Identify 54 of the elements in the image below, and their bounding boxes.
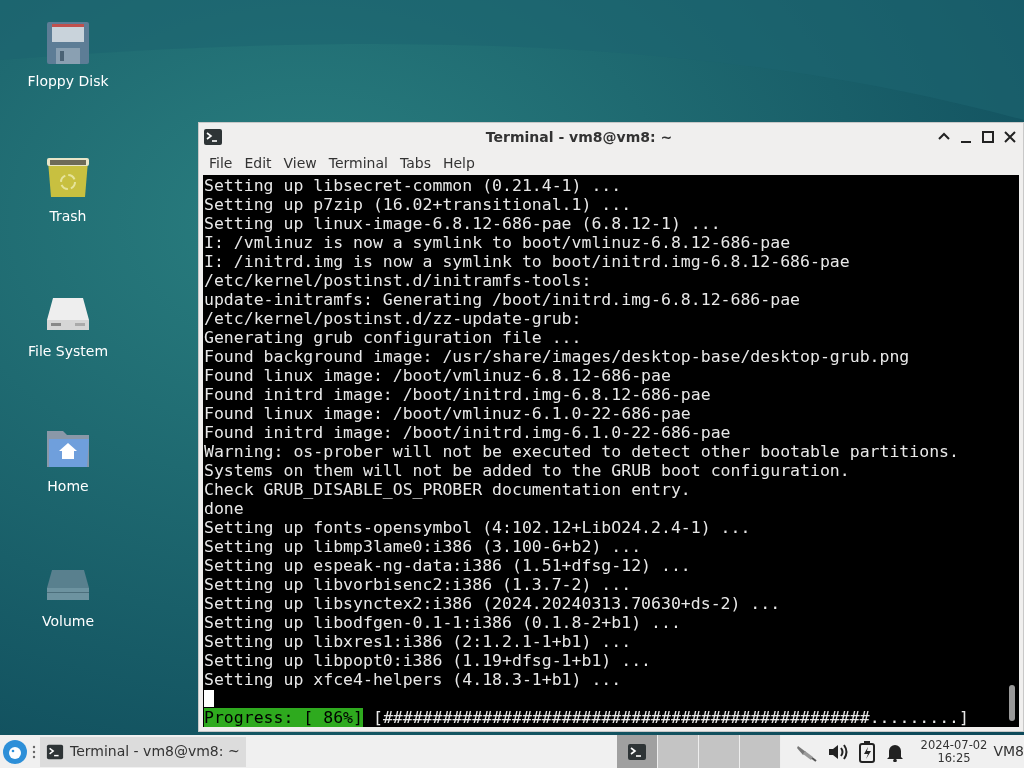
- terminal-line: Setting up libodfgen-0.1-1:i386 (0.1.8-2+b1) ...: [204, 613, 682, 632]
- terminal-line: Setting up libsynctex2:i386 (2024.20240313.70630+ds-2) ...: [204, 594, 782, 613]
- battery-charging-icon[interactable]: [858, 740, 875, 763]
- terminal-line: Found background image: /usr/share/images/desktop-base/desktop-grub.png: [204, 347, 911, 366]
- terminal-icon: [46, 742, 64, 761]
- terminal-line: Setting up libmp3lame0:i386 (3.100-6+b2) ...: [204, 537, 643, 556]
- terminal-line: Setting up libvorbisenc2:i386 (1.3.7-2) ...: [204, 575, 633, 594]
- terminal-line: Setting up libxres1:i386 (2:1.2.1-1+b1) ...: [204, 632, 633, 651]
- terminal-line: Systems on them will not be added to the GRUB boot configuration.: [204, 461, 851, 480]
- menu-item[interactable]: File: [203, 152, 239, 174]
- terminal-line: Found initrd image: /boot/initrd.img-6.8.12-686-pae: [204, 385, 712, 404]
- terminal-line: Setting up libpopt0:i386 (1.19+dfsg-1+b1) ...: [204, 651, 653, 670]
- app-menu-icon[interactable]: [2, 738, 28, 765]
- window-title: Terminal - vm8@vm8: ~: [484, 127, 674, 147]
- terminal-line: update-initramfs: Generating /boot/initrd.img-6.8.12-686-pae: [204, 290, 802, 309]
- terminal-line: Check GRUB_DISABLE_OS_PROBER documentation entry.: [204, 480, 692, 499]
- desktop-icon-label[interactable]: File System: [27, 342, 109, 360]
- terminal-line: Setting up xfce4-helpers (4.18.3-1+b1) ...: [204, 670, 623, 689]
- user-label[interactable]: VM8: [993, 741, 1024, 762]
- terminal-line: Found linux image: /boot/vmlinuz-6.1.0-22-686-pae: [204, 404, 692, 423]
- terminal-line: Warning: os-prober will not be executed to detect other bootable partitions.: [204, 442, 960, 461]
- terminal-line: Setting up libsecret-common (0.21.4-1) ...: [204, 176, 623, 195]
- desktop-icon-label[interactable]: Trash: [49, 207, 87, 225]
- clock-date[interactable]: 2024-07-02: [920, 738, 988, 752]
- terminal-line: Setting up fonts-opensymbol (4:102.12+LibO24.2.4-1) ...: [204, 518, 752, 537]
- desktop-icon-label[interactable]: Floppy Disk: [27, 72, 109, 90]
- taskbar-button[interactable]: Terminal - vm8@vm8: ~: [40, 736, 246, 767]
- menu-item[interactable]: View: [277, 152, 323, 174]
- menu-item[interactable]: Terminal: [322, 152, 394, 174]
- terminal-line: Found linux image: /boot/vmlinuz-6.8.12-686-pae: [204, 366, 672, 385]
- text-cursor: [204, 690, 214, 707]
- handle-icon[interactable]: [31, 744, 37, 759]
- terminal-line: Found initrd image: /boot/initrd.img-6.1.0-22-686-pae: [204, 423, 732, 442]
- terminal-icon: [203, 127, 223, 147]
- menu-item[interactable]: Help: [436, 152, 481, 174]
- menu-item[interactable]: Edit: [238, 152, 278, 174]
- desktop-icon-label[interactable]: Volume: [41, 612, 95, 630]
- workspace[interactable]: [616, 735, 658, 768]
- maximize-icon[interactable]: [979, 128, 997, 146]
- terminal-line: Generating grub configuration file ...: [204, 328, 583, 347]
- clock-time[interactable]: 16:25: [937, 751, 971, 765]
- terminal-line: /etc/kernel/postinst.d/initramfs-tools:: [204, 271, 593, 290]
- terminal-line: Setting up espeak-ng-data:i386 (1.51+dfsg-12) ...: [204, 556, 692, 575]
- terminal-line: I: /initrd.img is now a symlink to boot/initrd.img-6.8.12-686-pae: [204, 252, 851, 271]
- terminal-line: /etc/kernel/postinst.d/zz-update-grub:: [204, 309, 583, 328]
- desktop-icon-label[interactable]: Home: [47, 477, 89, 495]
- terminal-line: I: /vmlinuz is now a symlink to boot/vmlinuz-6.8.12-686-pae: [204, 233, 792, 252]
- terminal-line: Setting up linux-image-6.8.12-686-pae (6.8.12-1) ...: [204, 214, 722, 233]
- menu-item[interactable]: Tabs: [393, 152, 437, 174]
- progress-bar-text: [#################################################.........]: [372, 708, 969, 727]
- terminal-icon: [626, 741, 647, 762]
- terminal-line: done: [204, 499, 245, 518]
- progress-label: Progress: [ 86%]: [204, 708, 363, 727]
- terminal-line: Setting up p7zip (16.02+transitional.1) ...: [204, 195, 633, 214]
